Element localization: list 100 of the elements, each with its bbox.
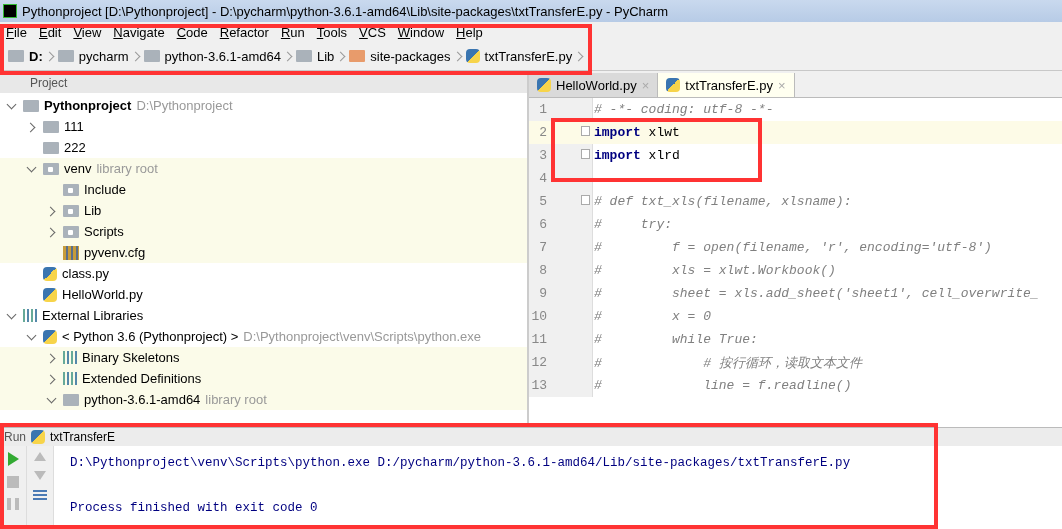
tree-row[interactable]: venv library root [0,158,527,179]
folder-icon [57,50,74,62]
run-config-name: txtTransferE [50,430,115,444]
folder-icon [63,225,79,238]
line-number: 3 [538,147,547,165]
library-icon [63,351,77,364]
tree-row[interactable]: < Python 3.6 (Pythonproject) > D:\Pythonproject\venv\Scripts\python.exe [0,326,527,347]
breadcrumb-item[interactable]: pycharm [78,48,129,64]
tree-row[interactable]: External Libraries [0,305,527,326]
menu-item[interactable]: Refactor [219,24,269,40]
path-hint: D:\Pythonproject\venv\Scripts\python.exe [243,329,482,344]
menu-item[interactable]: Run [280,24,305,40]
tree-row[interactable]: Scripts [0,221,527,242]
fold-marker-icon[interactable] [581,126,590,136]
window-title: Pythonproject [D:\Pythonproject] - D:\pycharm\python-3.6.1-amd64\Lib\site-packages\txtTransferE.py - PyCharm [22,3,669,19]
tree-row[interactable]: class.py [0,263,527,284]
tree-item-label: class.py [62,266,109,281]
library-icon [23,309,37,322]
tree-item-label: Include [84,182,126,197]
menu-item[interactable]: Help [456,24,483,40]
tree-row[interactable]: python-3.6.1-amd64 library root [0,389,527,410]
code-line: # def txt_xls(filename, xlsname): [594,194,852,209]
python-file-icon [666,78,681,92]
tree-row[interactable]: Extended Definitions [0,368,527,389]
tree-item-label: Extended Definitions [82,371,202,386]
tree-row[interactable]: Include [0,179,527,200]
tree-row[interactable]: 222 [0,137,527,158]
folder-icon [8,50,24,62]
fold-marker-icon[interactable] [581,195,590,205]
breadcrumb-item[interactable]: Lib [316,48,335,64]
line-number: 11 [530,331,547,349]
breadcrumb-item[interactable]: D: [29,48,43,64]
code-line: import xlwt [594,125,680,140]
folder-icon [143,50,160,62]
folder-icon [43,141,59,154]
python-file-icon [43,266,57,281]
tree-row[interactable]: 111 [0,116,527,137]
panel-title: Project [30,76,68,90]
menu-item[interactable]: VCS [359,24,386,40]
menu-item[interactable]: Edit [38,24,62,40]
folder-icon [43,162,59,175]
folder-icon [295,50,312,62]
tree-item-label: Pythonproject [44,98,132,113]
breadcrumb-item[interactable]: site-packages [370,48,451,64]
folder-icon [63,183,79,196]
tree-item-label: 222 [64,140,86,155]
tree-item-label: Scripts [84,224,124,239]
tree-row[interactable]: pyvenv.cfg [0,242,527,263]
line-number: 12 [530,354,547,372]
line-number: 7 [538,239,547,257]
path-hint: library root [205,392,267,407]
tree-item-label: 111 [64,119,84,134]
code-line: # x = 0 [594,309,712,324]
path-hint: library root [96,161,158,176]
tree-row[interactable]: HelloWorld.py [0,284,527,305]
line-number: 2 [538,124,547,142]
folder-icon [63,204,79,217]
folder-icon [63,393,79,406]
editor-tab[interactable]: txtTransferE.py × [658,73,795,97]
tree-item-label: < Python 3.6 (Pythonproject) > [62,329,239,344]
menu-item[interactable]: File [6,24,27,40]
line-number: 1 [538,101,547,119]
fold-marker-icon[interactable] [581,149,590,159]
code-line: # try: [594,217,672,232]
menu-item[interactable]: Tools [316,24,348,40]
breadcrumb-item[interactable]: txtTransferE.py [484,48,573,64]
code-line: # while True: [594,332,758,347]
tree-item-label: HelloWorld.py [62,287,143,302]
soft-wrap-icon[interactable] [33,490,47,500]
tree-item-label: Binary Skeletons [82,350,180,365]
tree-row[interactable]: Binary Skeletons [0,347,527,368]
tree-item-label: External Libraries [42,308,144,323]
python-file-icon [537,78,551,92]
tree-item-label: venv [64,161,92,176]
menu-item[interactable]: View [73,24,102,40]
line-number: 5 [538,193,547,211]
python-file-icon [465,49,480,63]
panel-title: Run [4,430,26,444]
breadcrumb-item[interactable]: python-3.6.1-amd64 [164,48,281,64]
code-line: import xlrd [594,148,680,163]
line-number: 10 [530,308,547,326]
tree-row[interactable]: Lib [0,200,527,221]
tree-row[interactable]: Pythonproject D:\Pythonproject [0,95,527,116]
code-line: # line = f.readline() [594,378,852,393]
line-number: 4 [538,170,547,188]
menu-item[interactable]: Navigate [113,24,165,40]
app-logo-icon [3,4,17,18]
path-hint: D:\Pythonproject [136,98,233,113]
menu-item[interactable]: Code [176,24,208,40]
menu-item[interactable]: Window [397,24,445,40]
console-line: D:\Pythonproject\venv\Scripts\python.exe D:/pycharm/python-3.6.1-amd64/Lib/site-packages/txtTransferE.py [70,455,851,472]
line-number: 13 [530,377,547,395]
python-icon [43,329,57,344]
folder-icon [43,120,59,133]
library-icon [63,372,77,385]
config-file-icon [63,245,79,260]
console-line: Process finished with exit code 0 [70,500,319,517]
tree-item-label: python-3.6.1-amd64 [84,392,201,407]
tree-item-label: Lib [84,203,102,218]
editor-tab[interactable]: HelloWorld.py × [529,73,659,97]
